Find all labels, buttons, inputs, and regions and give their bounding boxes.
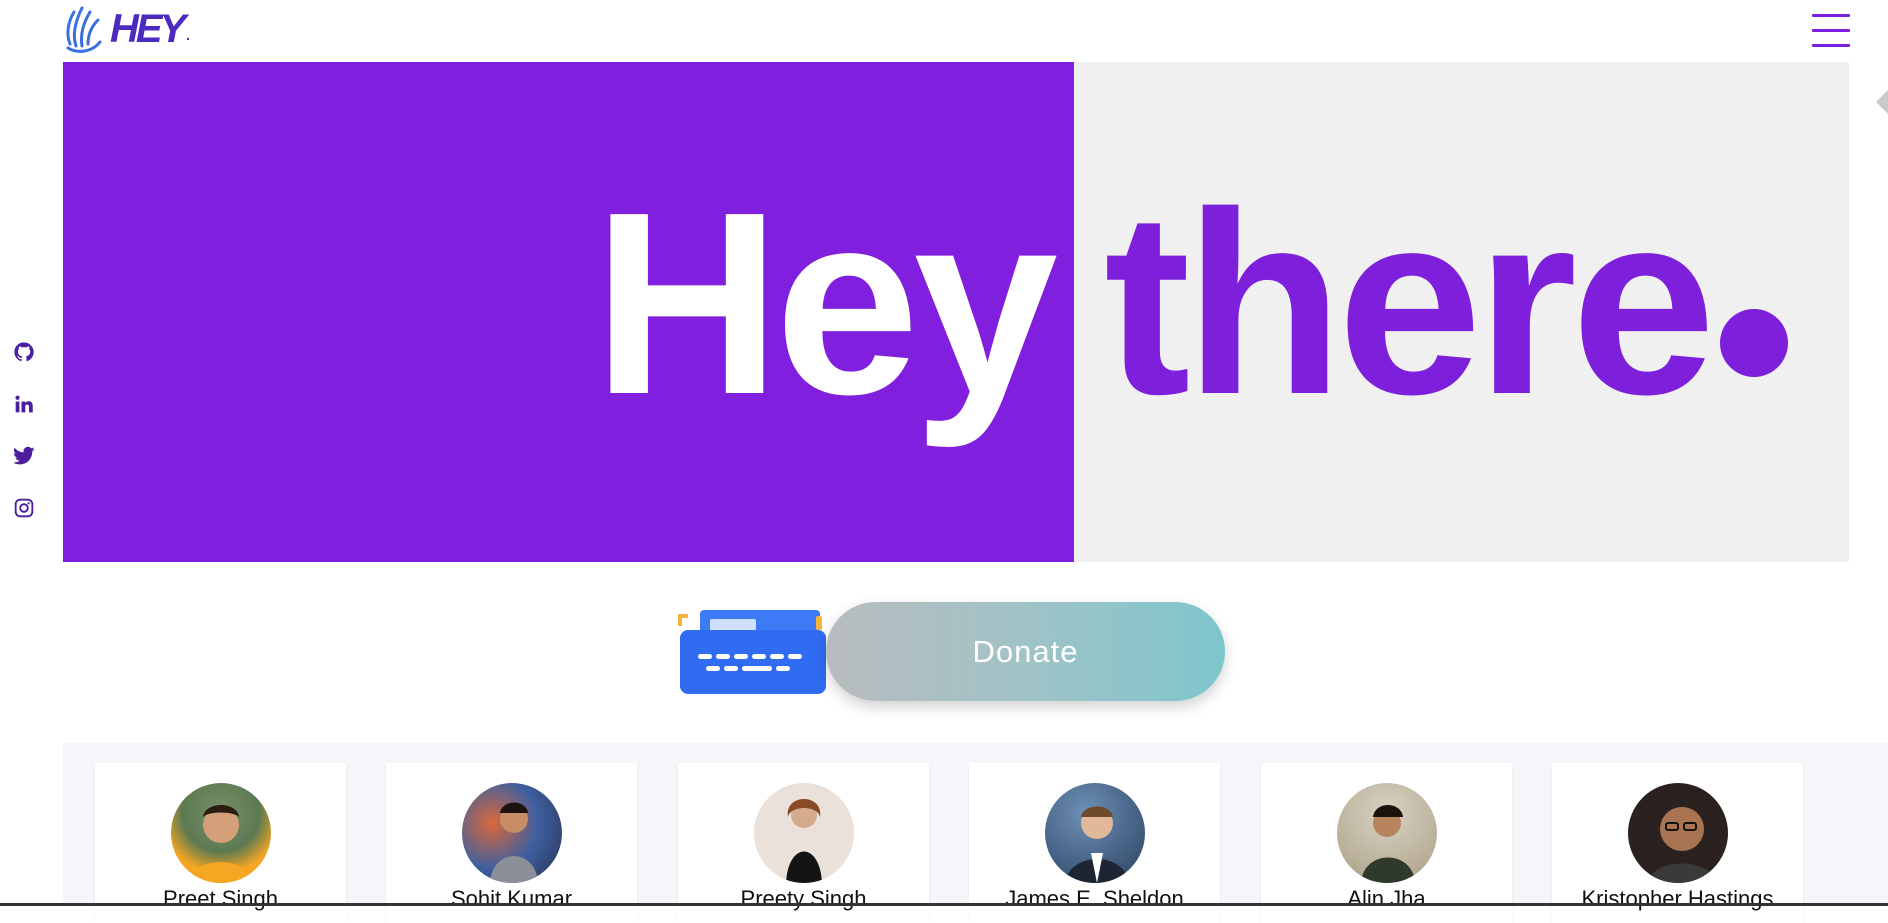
avatar bbox=[1337, 783, 1437, 883]
twitter-icon[interactable] bbox=[12, 444, 36, 468]
team-member-name: James E. Sheldon bbox=[1005, 886, 1184, 911]
team-card[interactable]: Alin Jha bbox=[1261, 763, 1512, 923]
hero-period-dot bbox=[1720, 309, 1788, 377]
hero-word-there: there bbox=[1104, 159, 1716, 449]
team-card[interactable]: Sohit Kumar bbox=[386, 763, 637, 923]
team-member-name: Preet Singh bbox=[163, 886, 278, 911]
team-card[interactable]: Preet Singh bbox=[95, 763, 346, 923]
team-section: Preet Singh Sohit Kumar Preety Singh Jam… bbox=[63, 743, 1888, 923]
hero-right-panel: there bbox=[1074, 62, 1849, 562]
hero-banner: Hey there bbox=[63, 62, 1849, 562]
avatar bbox=[754, 783, 854, 883]
team-card[interactable]: Kristopher Hastings bbox=[1552, 763, 1803, 923]
avatar bbox=[171, 783, 271, 883]
donate-button[interactable]: Donate bbox=[826, 602, 1225, 701]
hamburger-menu-icon[interactable] bbox=[1812, 14, 1850, 48]
instagram-icon[interactable] bbox=[12, 496, 36, 520]
donate-section: Donate bbox=[676, 600, 1226, 704]
typewriter-icon bbox=[678, 610, 826, 694]
logo-dot: . bbox=[185, 23, 191, 45]
team-card[interactable]: Preety Singh bbox=[678, 763, 929, 923]
avatar bbox=[462, 783, 562, 883]
panel-toggle-arrow-icon[interactable] bbox=[1876, 90, 1888, 114]
team-member-name: Alin Jha bbox=[1347, 886, 1426, 911]
hero-left-panel: Hey bbox=[63, 62, 1074, 562]
team-member-name: Kristopher Hastings bbox=[1581, 886, 1774, 911]
waving-hand-icon bbox=[66, 6, 102, 53]
team-member-name: Sohit Kumar bbox=[450, 886, 573, 911]
linkedin-icon[interactable] bbox=[12, 392, 36, 416]
team-member-name: Preety Singh bbox=[740, 886, 867, 911]
avatar bbox=[1045, 783, 1145, 883]
hey-logo[interactable]: HEY . bbox=[64, 4, 191, 54]
github-icon[interactable] bbox=[12, 340, 36, 364]
avatar bbox=[1628, 783, 1728, 883]
team-card[interactable]: James E. Sheldon bbox=[969, 763, 1220, 923]
hero-word-hey: Hey bbox=[593, 159, 1058, 449]
logo-text: HEY bbox=[110, 6, 186, 51]
